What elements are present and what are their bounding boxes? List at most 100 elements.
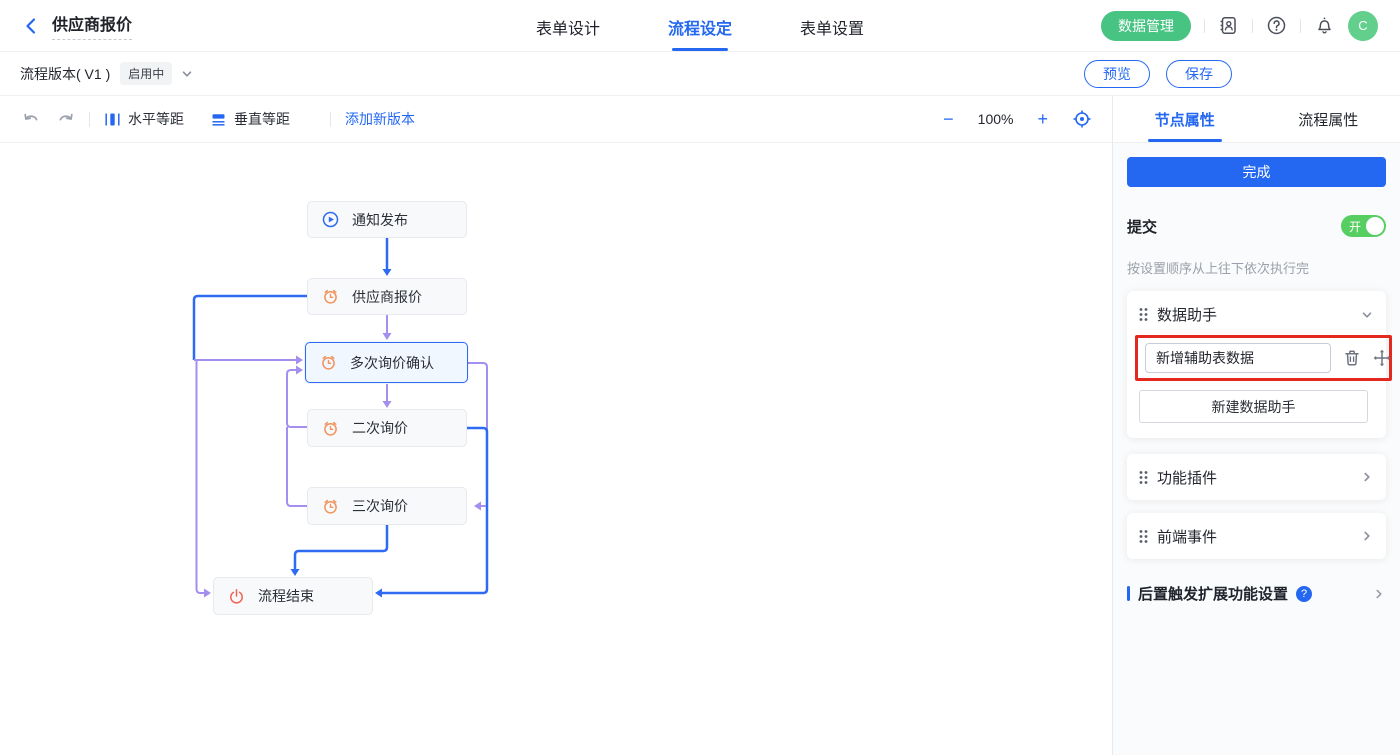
horizontal-distribute-button[interactable]: 水平等距	[104, 109, 184, 129]
data-helper-title: 数据助手	[1157, 304, 1217, 325]
flow-node-third-inquiry[interactable]: 三次询价	[307, 487, 467, 525]
power-icon	[228, 588, 245, 605]
zoom-controls: − 100% +	[943, 109, 1092, 129]
clock-icon	[322, 288, 339, 305]
chevron-down-icon	[180, 67, 194, 81]
status-badge: 启用中	[120, 62, 172, 85]
canvas-column: 水平等距 垂直等距 添加新版本 − 100% +	[0, 96, 1113, 755]
divider	[89, 112, 90, 127]
tab-form-design[interactable]: 表单设计	[534, 1, 602, 51]
canvas-toolbar: 水平等距 垂直等距 添加新版本 − 100% +	[0, 96, 1112, 143]
toggle-knob	[1366, 217, 1384, 235]
zoom-in-button[interactable]: +	[1037, 110, 1048, 128]
vertical-distribute-button[interactable]: 垂直等距	[210, 109, 290, 129]
frontend-event-label: 前端事件	[1157, 526, 1217, 547]
plugin-section[interactable]: 功能插件	[1127, 454, 1386, 500]
main-area: 水平等距 垂直等距 添加新版本 − 100% +	[0, 96, 1400, 755]
node-label: 多次询价确认	[350, 353, 434, 373]
app-root: 供应商报价 表单设计 流程设定 表单设置 数据管理	[0, 0, 1400, 755]
drag-handle-icon[interactable]	[1139, 307, 1148, 322]
frontend-event-section[interactable]: 前端事件	[1127, 513, 1386, 559]
node-label: 通知发布	[352, 210, 408, 230]
tab-flow-properties[interactable]: 流程属性	[1257, 96, 1400, 142]
version-label: 流程版本( V1 )	[20, 64, 110, 84]
preview-button[interactable]: 预览	[1084, 60, 1150, 88]
clock-icon	[322, 498, 339, 515]
panel-tabs: 节点属性 流程属性	[1113, 96, 1400, 143]
chevron-down-icon[interactable]	[1360, 308, 1374, 322]
flow-canvas[interactable]: 通知发布 供应商报价	[0, 143, 1112, 755]
flow-node-notify[interactable]: 通知发布	[307, 201, 467, 238]
flow-node-second-inquiry[interactable]: 二次询价	[307, 409, 467, 447]
help-icon[interactable]	[1266, 15, 1287, 36]
node-label: 流程结束	[258, 586, 314, 606]
redo-icon[interactable]	[56, 111, 75, 128]
contacts-icon[interactable]	[1218, 15, 1239, 36]
submit-label: 提交	[1127, 216, 1157, 237]
toggle-on-label: 开	[1349, 218, 1361, 235]
version-dropdown[interactable]	[180, 67, 194, 81]
data-helper-card: 数据助手 新增辅助表数据	[1127, 291, 1386, 438]
clock-icon	[322, 420, 339, 437]
submit-row: 提交 开	[1127, 215, 1386, 237]
divider	[330, 112, 331, 127]
vertical-distribute-icon	[210, 111, 227, 128]
header-actions: 数据管理	[1101, 11, 1378, 41]
move-icon[interactable]	[1373, 349, 1391, 367]
tab-flow-setting[interactable]: 流程设定	[666, 1, 734, 51]
post-trigger-label: 后置触发扩展功能设置	[1138, 583, 1288, 604]
data-manage-button[interactable]: 数据管理	[1101, 11, 1191, 41]
version-actions: 预览 保存	[1084, 60, 1232, 88]
divider	[1300, 19, 1301, 33]
new-data-helper-button[interactable]: 新建数据助手	[1139, 390, 1368, 423]
undo-icon[interactable]	[22, 111, 41, 128]
flow-edges	[0, 143, 1112, 755]
divider	[1204, 19, 1205, 33]
play-icon	[322, 211, 339, 228]
vertical-distribute-label: 垂直等距	[234, 109, 290, 129]
save-button[interactable]: 保存	[1166, 60, 1232, 88]
tab-node-properties[interactable]: 节点属性	[1113, 96, 1257, 142]
page-title: 供应商报价	[52, 11, 132, 40]
node-label: 二次询价	[352, 418, 408, 438]
horizontal-distribute-icon	[104, 111, 121, 128]
flow-node-confirm[interactable]: 多次询价确认	[305, 342, 468, 383]
submit-toggle[interactable]: 开	[1341, 215, 1386, 237]
clock-icon	[320, 354, 337, 371]
notification-bell-icon[interactable]	[1314, 15, 1335, 36]
chevron-right-icon	[1372, 587, 1386, 601]
tab-form-setup[interactable]: 表单设置	[798, 1, 866, 51]
zoom-level: 100%	[978, 111, 1014, 127]
fit-center-icon[interactable]	[1072, 109, 1092, 129]
header-tabs: 表单设计 流程设定 表单设置	[534, 1, 866, 51]
plugin-section-label: 功能插件	[1157, 467, 1217, 488]
delete-icon[interactable]	[1343, 349, 1361, 367]
divider	[1252, 19, 1253, 33]
node-label: 供应商报价	[352, 287, 422, 307]
horizontal-distribute-label: 水平等距	[128, 109, 184, 129]
add-version-link[interactable]: 添加新版本	[345, 109, 415, 129]
flow-node-supplier-quote[interactable]: 供应商报价	[307, 278, 467, 315]
top-header: 供应商报价 表单设计 流程设定 表单设置 数据管理	[0, 0, 1400, 52]
flow-node-end[interactable]: 流程结束	[213, 577, 373, 615]
question-badge-icon[interactable]: ?	[1296, 586, 1312, 602]
drag-handle-icon[interactable]	[1139, 529, 1148, 544]
section-accent-bar	[1127, 586, 1130, 601]
red-highlight-annotation: 新增辅助表数据	[1135, 335, 1392, 381]
drag-handle-icon[interactable]	[1139, 470, 1148, 485]
helper-item-input[interactable]: 新增辅助表数据	[1145, 343, 1331, 373]
panel-body: 完成 提交 开 按设置顺序从上往下依次执行完	[1113, 143, 1400, 755]
back-chevron-icon	[22, 17, 40, 35]
user-avatar[interactable]: C	[1348, 11, 1378, 41]
zoom-out-button[interactable]: −	[943, 110, 954, 128]
done-button[interactable]: 完成	[1127, 157, 1386, 187]
post-trigger-row[interactable]: 后置触发扩展功能设置 ?	[1127, 583, 1386, 604]
execution-order-hint: 按设置顺序从上往下依次执行完	[1127, 258, 1386, 277]
back-button[interactable]	[22, 17, 40, 35]
chevron-right-icon	[1360, 529, 1374, 543]
data-helper-header[interactable]: 数据助手	[1139, 304, 1374, 325]
properties-panel: 节点属性 流程属性 完成 提交 开 按设置顺序从上往下依次执行完	[1113, 96, 1400, 755]
version-bar: 流程版本( V1 ) 启用中 预览 保存	[0, 52, 1400, 96]
chevron-right-icon	[1360, 470, 1374, 484]
node-label: 三次询价	[352, 496, 408, 516]
